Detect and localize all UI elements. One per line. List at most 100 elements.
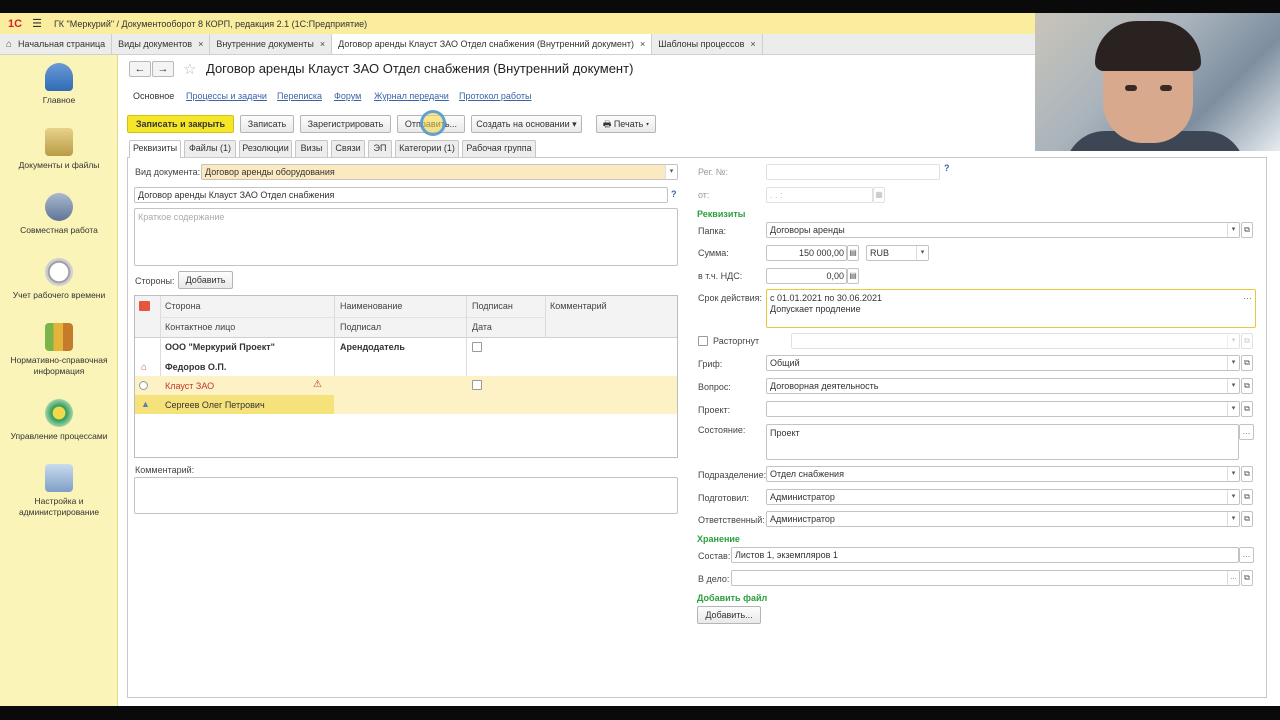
col-date: Дата <box>472 322 492 332</box>
contact-person: Сергеев Олег Петрович <box>165 400 265 410</box>
favorite-star-icon[interactable]: ☆ <box>183 60 196 78</box>
sidebar-item-processes[interactable]: Управление процессами <box>0 399 118 442</box>
help-icon[interactable]: ? <box>944 163 950 173</box>
comment-textarea[interactable] <box>134 477 678 514</box>
vat-field[interactable]: 0,00 <box>766 268 847 284</box>
open-icon[interactable]: ⧉ <box>1241 378 1253 394</box>
open-icon[interactable]: ⧉ <box>1241 401 1253 417</box>
table-row[interactable]: ООО "Меркурий Проект" Арендодатель ⌂ Фед… <box>135 338 677 376</box>
help-icon[interactable]: ? <box>671 189 677 199</box>
close-icon[interactable]: × <box>320 39 325 49</box>
sidebar-item-time-tracking[interactable]: Учет рабочего времени <box>0 258 118 301</box>
nav-transfer-log[interactable]: Журнал передачи <box>374 91 449 101</box>
signed-checkbox[interactable] <box>472 380 482 390</box>
calculator-icon[interactable]: ▤ <box>847 245 859 261</box>
tab-current-document[interactable]: Договор аренды Клауст ЗАО Отдел снабжени… <box>332 34 653 54</box>
more-icon[interactable]: … <box>1239 424 1254 440</box>
forward-button[interactable]: → <box>152 61 174 77</box>
open-icon[interactable]: ⧉ <box>1241 222 1253 238</box>
tab-signatures[interactable]: ЭП <box>368 140 392 157</box>
sidebar-item-collaboration[interactable]: Совместная работа <box>0 193 118 236</box>
tab-files[interactable]: Файлы (1) <box>184 140 236 157</box>
tab-doc-types[interactable]: Виды документов × <box>112 34 211 54</box>
close-icon[interactable]: × <box>640 39 645 49</box>
open-icon[interactable]: ⧉ <box>1241 466 1253 482</box>
tab-workgroup[interactable]: Рабочая группа <box>462 140 536 157</box>
print-button[interactable]: 🖶 Печать ▾ <box>596 115 656 133</box>
tab-links[interactable]: Связи <box>331 140 365 157</box>
summary-textarea[interactable]: Краткое содержание <box>134 208 678 266</box>
dropdown-arrow-icon[interactable]: ▾ <box>1227 490 1239 504</box>
sidebar-item-reference[interactable]: Нормативно-справочная информация <box>0 323 118 377</box>
doc-type-field[interactable]: Договор аренды оборудования ▾ <box>201 164 678 180</box>
doc-name-field[interactable]: Договор аренды Клауст ЗАО Отдел снабжени… <box>134 187 668 203</box>
dropdown-arrow-icon[interactable]: ▾ <box>1227 379 1239 393</box>
composition-field[interactable]: Листов 1, экземпляров 1 <box>731 547 1239 563</box>
close-icon[interactable]: × <box>198 39 203 49</box>
calculator-icon[interactable]: ▤ <box>847 268 859 284</box>
main-menu-icon[interactable]: ☰ <box>32 17 42 30</box>
tab-home[interactable]: ⌂ Начальная страница <box>0 34 113 54</box>
tab-label: Начальная страница <box>18 39 106 49</box>
reg-date-field[interactable]: . . : <box>766 187 873 203</box>
save-button[interactable]: Записать <box>240 115 294 133</box>
responsible-field[interactable]: Администратор ▾ <box>766 511 1240 527</box>
open-icon[interactable]: ⧉ <box>1241 355 1253 371</box>
add-party-button[interactable]: Добавить <box>178 271 233 289</box>
sidebar-item-settings[interactable]: Настройка и администрирование <box>0 464 118 518</box>
dropdown-arrow-icon[interactable]: ▾ <box>665 165 677 179</box>
currency-field[interactable]: RUB ▾ <box>866 245 929 261</box>
nav-forum[interactable]: Форум <box>334 91 361 101</box>
signed-checkbox[interactable] <box>472 342 482 352</box>
screen-top-border <box>0 0 1280 13</box>
department-field[interactable]: Отдел снабжения ▾ <box>766 466 1240 482</box>
nav-processes[interactable]: Процессы и задачи <box>186 91 267 101</box>
question-field[interactable]: Договорная деятельность ▾ <box>766 378 1240 394</box>
add-file-button[interactable]: Добавить... <box>697 606 761 624</box>
back-button[interactable]: ← <box>129 61 151 77</box>
open-icon[interactable]: ⧉ <box>1241 489 1253 505</box>
project-field[interactable]: ▾ <box>766 401 1240 417</box>
dropdown-arrow-icon[interactable]: ▾ <box>1227 467 1239 481</box>
dropdown-arrow-icon[interactable]: … <box>1227 571 1239 585</box>
sidebar-item-documents[interactable]: Документы и файлы <box>0 128 118 171</box>
state-field[interactable]: Проект <box>766 424 1239 460</box>
case-field[interactable]: … <box>731 570 1240 586</box>
open-icon[interactable]: ⧉ <box>1241 570 1253 586</box>
save-and-close-button[interactable]: Записать и закрыть <box>127 115 234 133</box>
dropdown-arrow-icon[interactable]: ▾ <box>1227 356 1239 370</box>
nav-correspondence[interactable]: Переписка <box>277 91 322 101</box>
grif-field[interactable]: Общий ▾ <box>766 355 1240 371</box>
calendar-icon[interactable]: ▦ <box>873 187 885 203</box>
tab-resolutions[interactable]: Резолюции <box>239 140 292 157</box>
term-field[interactable]: с 01.01.2021 по 30.06.2021 Допускает про… <box>766 289 1256 328</box>
dropdown-arrow-icon[interactable]: ▾ <box>916 246 928 260</box>
sidebar-item-main[interactable]: Главное <box>0 63 118 106</box>
table-row[interactable]: Клауст ЗАО ⚠ ▲ Сергеев Олег Петрович <box>135 376 677 414</box>
dropdown-arrow-icon[interactable]: ▾ <box>1227 402 1239 416</box>
dropdown-arrow-icon[interactable]: ▾ <box>1227 512 1239 526</box>
tab-categories[interactable]: Категории (1) <box>395 140 459 157</box>
tab-process-templates[interactable]: Шаблоны процессов × <box>652 34 763 54</box>
reg-no-field[interactable] <box>766 164 940 180</box>
nav-main[interactable]: Основное <box>133 91 174 101</box>
terminated-checkbox[interactable] <box>698 336 708 346</box>
tab-label: Виды документов <box>118 39 193 49</box>
more-icon[interactable]: … <box>1239 547 1254 563</box>
close-icon[interactable]: × <box>750 39 755 49</box>
nav-work-log[interactable]: Протокол работы <box>459 91 531 101</box>
sum-field[interactable]: 150 000,00 <box>766 245 847 261</box>
folder-field[interactable]: Договоры аренды ▾ <box>766 222 1240 238</box>
dropdown-arrow-icon[interactable]: ▾ <box>1227 223 1239 237</box>
tab-requisites[interactable]: Реквизиты <box>129 140 181 158</box>
create-based-on-button[interactable]: Создать на основании ▾ <box>471 115 582 133</box>
open-icon[interactable]: ⧉ <box>1241 511 1253 527</box>
tab-internal-docs[interactable]: Внутренние документы × <box>210 34 333 54</box>
prepared-field[interactable]: Администратор ▾ <box>766 489 1240 505</box>
tab-visas[interactable]: Визы <box>295 140 328 157</box>
table-settings-icon[interactable] <box>139 301 150 311</box>
app-logo: 1С <box>8 17 23 30</box>
dropdown-arrow-icon: ▾ <box>645 119 650 129</box>
register-button[interactable]: Зарегистрировать <box>300 115 391 133</box>
more-icon[interactable]: … <box>1243 291 1252 302</box>
